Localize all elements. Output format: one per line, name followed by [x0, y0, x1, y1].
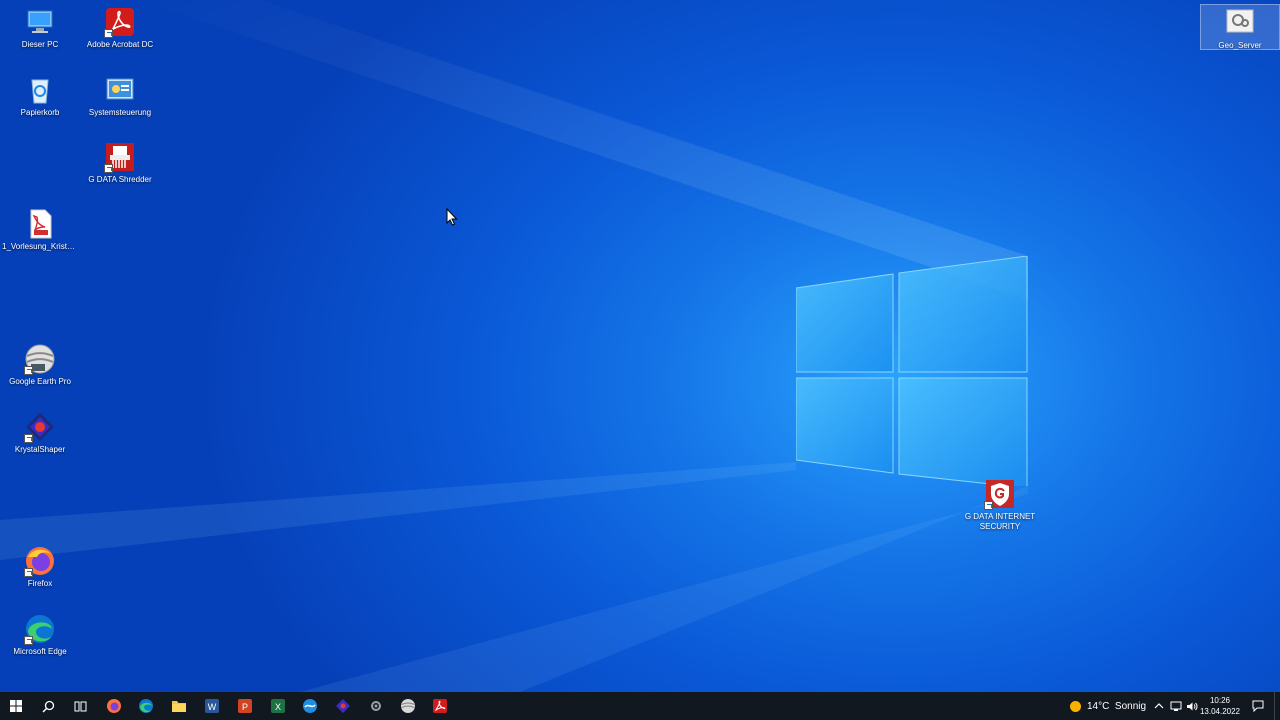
firefox-icon	[107, 699, 121, 713]
desktop-icon-microsoft-edge[interactable]: Microsoft Edge	[2, 609, 78, 673]
shortcut-arrow-icon	[24, 366, 33, 375]
start-button[interactable]	[0, 692, 32, 720]
computer-icon	[24, 6, 56, 38]
svg-text:X: X	[275, 702, 281, 712]
search-button[interactable]	[32, 692, 64, 720]
desktop-icon-adobe-acrobat-dc[interactable]: Adobe Acrobat DC	[82, 2, 158, 66]
shortcut-arrow-icon	[984, 501, 993, 510]
gear-icon	[371, 701, 381, 711]
windows-start-icon	[10, 700, 22, 712]
desktop-icon-label: KrystalShaper	[14, 445, 66, 454]
acrobat-icon	[104, 6, 136, 38]
desktop-icon-recycle-bin[interactable]: Papierkorb	[2, 70, 78, 134]
gdata-shield-icon	[984, 478, 1016, 510]
shortcut-arrow-icon	[24, 636, 33, 645]
search-icon	[41, 700, 54, 713]
taskbar-powerpoint[interactable]: P	[229, 692, 261, 720]
taskbar-google-earth[interactable]	[392, 692, 424, 720]
weather-text: 14°C Sonnig	[1087, 700, 1147, 712]
desktop-icon-gdata-internet-security[interactable]: G DATA INTERNET SECURITY	[962, 474, 1038, 538]
shredder-icon	[104, 141, 136, 173]
desktop-icon-label: Google Earth Pro	[9, 377, 71, 386]
desktop-icon-krystalshaper[interactable]: KrystalShaper	[2, 407, 78, 471]
desktop-icon-control-panel[interactable]: Systemsteuerung	[82, 70, 158, 134]
desktop-icon-label: Microsoft Edge	[13, 647, 67, 656]
desktop-icon-label: Papierkorb	[20, 108, 60, 117]
desktop-icon-label: Dieser PC	[21, 40, 59, 49]
taskbar-settings-app[interactable]	[360, 692, 392, 720]
powerpoint-icon: P	[238, 699, 252, 713]
weather-widget[interactable]: 14°C Sonnig	[1070, 692, 1146, 720]
taskbar-app-blue[interactable]	[294, 692, 326, 720]
speaker-icon	[1187, 702, 1198, 710]
control-panel-icon	[104, 74, 136, 106]
edge-icon	[139, 699, 153, 713]
desktop-icon-gdata-shredder[interactable]: G DATA Shredder	[82, 137, 158, 201]
notification-icon	[1252, 700, 1264, 712]
desktop-icon-google-earth-pro[interactable]: Google Earth Pro	[2, 339, 78, 403]
desktop-icon-label: Firefox	[27, 579, 53, 588]
wallpaper-light-beams	[0, 0, 1028, 692]
svg-text:W: W	[208, 702, 217, 712]
task-view-button[interactable]	[64, 692, 96, 720]
excel-icon: X	[271, 699, 285, 713]
app-icon	[303, 699, 317, 713]
taskbar-file-explorer[interactable]	[163, 692, 195, 720]
task-view-icon	[74, 701, 86, 711]
firefox-icon	[24, 545, 56, 577]
desktop-icon-geo-server[interactable]: Geo_Server	[1200, 4, 1280, 50]
windows-logo-wallpaper	[796, 256, 1028, 486]
show-hidden-icons-button[interactable]	[1150, 692, 1168, 720]
desktop-icon-this-pc[interactable]: Dieser PC	[2, 2, 78, 66]
taskbar-excel[interactable]: X	[262, 692, 294, 720]
shortcut-arrow-icon	[104, 29, 113, 38]
server-shortcut-icon	[1224, 7, 1256, 39]
word-icon: W	[205, 699, 219, 713]
clock-date: 13.04.2022	[1199, 707, 1241, 716]
taskbar-word[interactable]: W	[196, 692, 228, 720]
desktop-icon-pdf-file[interactable]: 1_Vorlesung_Kristal...	[2, 204, 78, 268]
taskbar-edge[interactable]	[130, 692, 162, 720]
recycle-bin-icon	[24, 74, 56, 106]
mouse-cursor-icon	[446, 208, 458, 226]
chevron-up-icon	[1154, 703, 1164, 709]
pdf-file-icon	[24, 208, 56, 240]
taskbar-acrobat[interactable]	[424, 692, 456, 720]
edge-icon	[24, 613, 56, 645]
desktop-icon-label: Adobe Acrobat DC	[86, 40, 154, 49]
folder-icon	[172, 701, 186, 712]
network-icon	[1170, 701, 1182, 711]
clock-time: 10:26	[1209, 696, 1231, 705]
desktop-icon-label: Systemsteuerung	[88, 108, 152, 117]
show-desktop-button[interactable]	[1274, 692, 1280, 720]
notifications-button[interactable]	[1246, 692, 1270, 720]
shortcut-arrow-icon	[24, 568, 33, 577]
desktop-icon-label: 1_Vorlesung_Kristal...	[2, 242, 78, 251]
acrobat-icon	[433, 699, 447, 713]
shortcut-arrow-icon	[104, 164, 113, 173]
network-tray-button[interactable]	[1168, 692, 1184, 720]
krystalshaper-icon	[24, 411, 56, 443]
google-earth-icon	[24, 343, 56, 375]
taskbar-firefox[interactable]	[98, 692, 130, 720]
shortcut-arrow-icon	[24, 434, 33, 443]
taskbar-krystalshaper[interactable]	[327, 692, 359, 720]
taskbar-clock[interactable]: 10:26 13.04.2022	[1198, 695, 1242, 717]
desktop-icon-firefox[interactable]: Firefox	[2, 541, 78, 605]
desktop-icon-label: G DATA Shredder	[88, 175, 152, 184]
desktop[interactable]: Dieser PC Adobe Acrobat DC Papierkorb Sy…	[0, 0, 1280, 692]
sun-icon	[1070, 700, 1081, 712]
svg-text:P: P	[242, 702, 248, 712]
desktop-icon-label: G DATA INTERNET SECURITY	[964, 512, 1036, 531]
desktop-icon-label: Geo_Server	[1218, 41, 1262, 50]
google-earth-icon	[401, 699, 415, 713]
krystalshaper-icon	[336, 699, 350, 713]
taskbar: W P X 14°C Sonnig 10:26 13.04.2022	[0, 692, 1280, 720]
